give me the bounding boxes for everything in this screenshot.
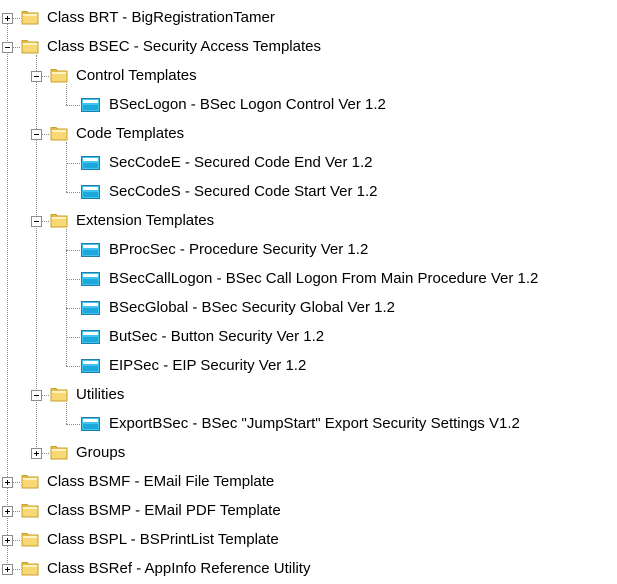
folder-label[interactable]: Utilities (75, 386, 125, 404)
template-icon (81, 330, 100, 344)
plus-icon[interactable] (2, 564, 13, 575)
plus-icon[interactable] (2, 13, 13, 24)
template-label[interactable]: EIPSec - EIP Security Ver 1.2 (108, 357, 307, 375)
expander-bar (7, 16, 8, 21)
tree-connector-line (66, 308, 80, 309)
template-label[interactable]: BSecLogon - BSec Logon Control Ver 1.2 (108, 96, 387, 114)
tree-connector-line (66, 105, 80, 106)
minus-icon[interactable] (2, 42, 13, 53)
tree-connector-line (66, 163, 80, 164)
folder-icon (50, 445, 68, 460)
folder-label[interactable]: Extension Templates (75, 212, 215, 230)
expander-bar (34, 395, 39, 396)
folder-icon (50, 126, 68, 141)
template-label[interactable]: BSecGlobal - BSec Security Global Ver 1.… (108, 299, 396, 317)
expander-bar (7, 509, 8, 514)
plus-icon[interactable] (2, 506, 13, 517)
template-label[interactable]: SecCodeS - Secured Code Start Ver 1.2 (108, 183, 378, 201)
folder-label[interactable]: Class BSRef - AppInfo Reference Utility (46, 560, 311, 578)
template-icon (81, 301, 100, 315)
template-icon (81, 243, 100, 257)
folder-label[interactable]: Code Templates (75, 125, 185, 143)
template-icon (81, 272, 100, 286)
template-icon (81, 185, 100, 199)
tree-connector-line (66, 250, 80, 251)
template-label[interactable]: BProcSec - Procedure Security Ver 1.2 (108, 241, 369, 259)
plus-icon[interactable] (2, 477, 13, 488)
template-label[interactable]: ButSec - Button Security Ver 1.2 (108, 328, 325, 346)
folder-icon (50, 213, 68, 228)
template-icon (81, 359, 100, 373)
expander-bar (7, 480, 8, 485)
folder-icon (50, 387, 68, 402)
minus-icon[interactable] (31, 390, 42, 401)
minus-icon[interactable] (31, 129, 42, 140)
template-icon (81, 417, 100, 431)
tree-connector-line (66, 366, 80, 367)
folder-label[interactable]: Class BRT - BigRegistrationTamer (46, 9, 276, 27)
template-icon (81, 156, 100, 170)
expander-bar (5, 47, 10, 48)
plus-icon[interactable] (31, 448, 42, 459)
tree-connector-line (66, 337, 80, 338)
folder-icon (21, 503, 39, 518)
template-label[interactable]: ExportBSec - BSec "JumpStart" Export Sec… (108, 415, 521, 433)
folder-icon (50, 68, 68, 83)
expander-bar (34, 76, 39, 77)
expander-bar (34, 134, 39, 135)
tree-connector-line (66, 424, 80, 425)
folder-label[interactable]: Class BSEC - Security Access Templates (46, 38, 322, 56)
minus-icon[interactable] (31, 216, 42, 227)
folder-icon (21, 10, 39, 25)
expander-bar (36, 451, 37, 456)
expander-bar (7, 538, 8, 543)
folder-icon (21, 561, 39, 576)
plus-icon[interactable] (2, 535, 13, 546)
minus-icon[interactable] (31, 71, 42, 82)
folder-label[interactable]: Control Templates (75, 67, 198, 85)
folder-label[interactable]: Groups (75, 444, 126, 462)
tree-connector-line (66, 192, 80, 193)
template-icon (81, 98, 100, 112)
folder-label[interactable]: Class BSMP - EMail PDF Template (46, 502, 282, 520)
tree-connector-line (66, 279, 80, 280)
template-tree: Class BRT - BigRegistrationTamer Class BS… (0, 0, 617, 578)
folder-icon (21, 532, 39, 547)
folder-label[interactable]: Class BSPL - BSPrintList Template (46, 531, 280, 549)
folder-icon (21, 474, 39, 489)
template-label[interactable]: SecCodeE - Secured Code End Ver 1.2 (108, 154, 374, 172)
expander-bar (34, 221, 39, 222)
folder-label[interactable]: Class BSMF - EMail File Template (46, 473, 275, 491)
template-label[interactable]: BSecCallLogon - BSec Call Logon From Mai… (108, 270, 539, 288)
expander-bar (7, 567, 8, 572)
folder-icon (21, 39, 39, 54)
